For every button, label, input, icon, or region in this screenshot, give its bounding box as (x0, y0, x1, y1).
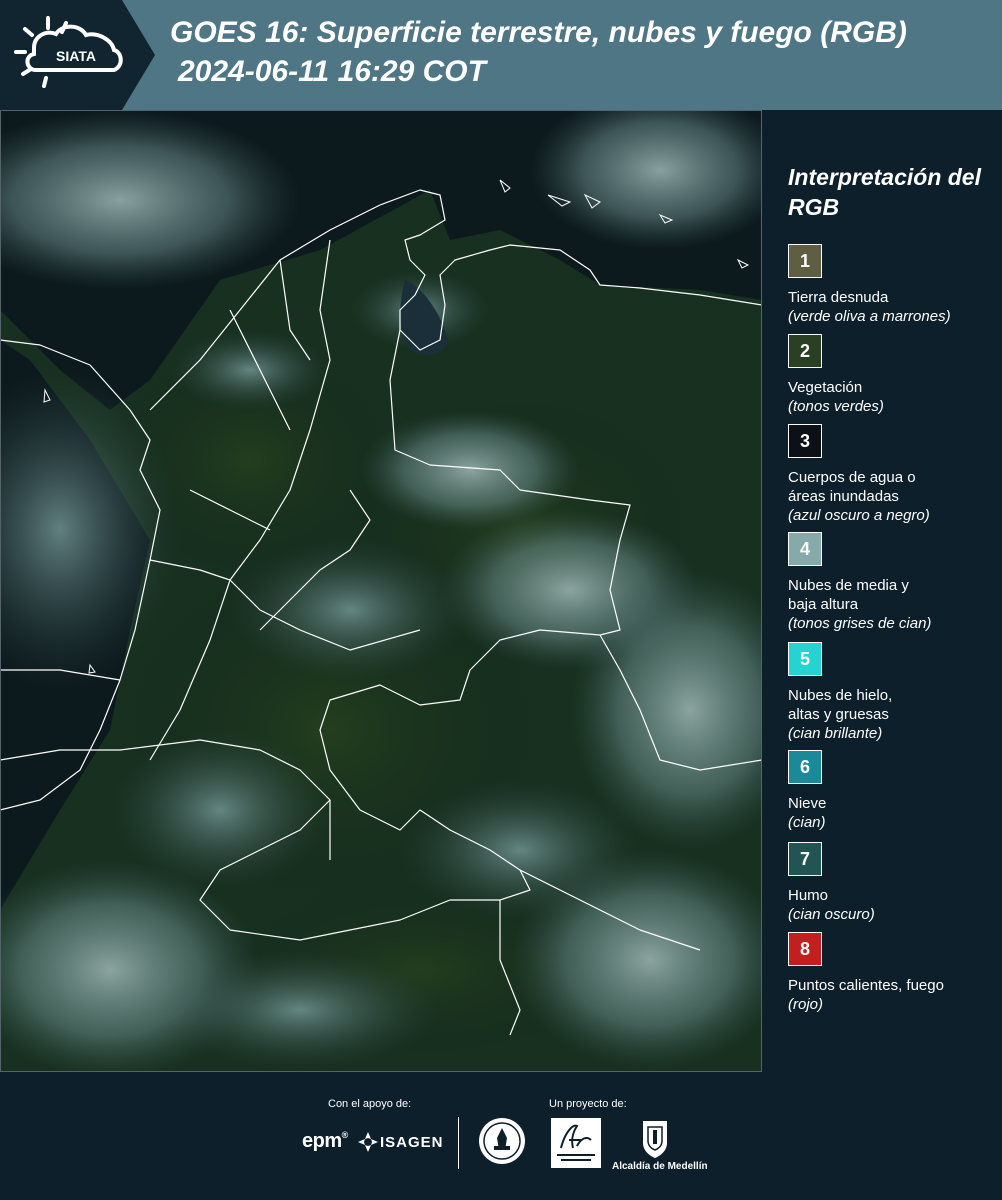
legend-item-label: Puntos calientes, fuego (788, 977, 944, 994)
legend-item-label: Vegetación (788, 379, 863, 396)
legend-item: 5 Nubes de hielo, altas y gruesas (cian … (788, 642, 998, 743)
legend-swatch: 8 (788, 932, 822, 966)
legend-item: 6 Nieve (cian) (788, 750, 998, 832)
alcaldia-logo-text: Alcaldía de Medellín (612, 1161, 708, 1172)
legend-swatch: 6 (788, 750, 822, 784)
legend: Interpretación del RGB 1 Tierra desnuda … (762, 110, 1002, 1072)
legend-title: Interpretación del RGB (788, 164, 981, 220)
isagen-icon (358, 1132, 378, 1152)
university-seal-icon (479, 1118, 525, 1164)
legend-item: 7 Humo (cian oscuro) (788, 842, 998, 924)
legend-item: 2 Vegetación (tonos verdes) (788, 334, 998, 416)
legend-item-description: (tonos verdes) (788, 398, 884, 415)
header: SIATA GOES 16: Superficie terrestre, nub… (0, 0, 1002, 110)
epm-logo-text: epm (302, 1130, 342, 1152)
siata-logo-text: SIATA (56, 48, 96, 64)
satellite-image (0, 110, 762, 1072)
page: SIATA GOES 16: Superficie terrestre, nub… (0, 0, 1002, 1200)
siata-logo: SIATA (14, 16, 123, 88)
legend-item: 1 Tierra desnuda (verde oliva a marrones… (788, 244, 998, 326)
legend-item-description: (verde oliva a marrones) (788, 308, 951, 325)
satellite-map (0, 110, 762, 1072)
legend-item-label: Humo (788, 887, 829, 904)
legend-item-label: Cuerpos de agua o áreas inundadas (788, 469, 916, 505)
legend-item-label: Nubes de hielo, altas y gruesas (788, 687, 893, 723)
legend-item: 3 Cuerpos de agua o áreas inundadas (azu… (788, 424, 998, 525)
timestamp: 2024-06-11 16:29 COT (178, 55, 486, 88)
legend-item-label: Nieve (788, 795, 827, 812)
footer: Con el apoyo de: Un proyecto de: epm® IS… (0, 1072, 1002, 1200)
project-label: Un proyecto de: (549, 1098, 627, 1110)
legend-item-label: Nubes de media y baja altura (788, 577, 909, 613)
legend-item-description: (tonos grises de cian) (788, 615, 932, 632)
legend-item: 8 Puntos calientes, fuego (rojo) (788, 932, 998, 1014)
legend-item-description: (azul oscuro a negro) (788, 507, 930, 524)
legend-item-description: (rojo) (788, 996, 824, 1013)
legend-item-description: (cian oscuro) (788, 906, 875, 923)
legend-swatch: 4 (788, 532, 822, 566)
legend-item-label: Tierra desnuda (788, 289, 889, 306)
legend-swatch: 1 (788, 244, 822, 278)
page-title: GOES 16: Superficie terrestre, nubes y f… (170, 16, 907, 49)
legend-swatch: 3 (788, 424, 822, 458)
legend-item: 4 Nubes de media y baja altura (tonos gr… (788, 532, 998, 633)
footer-divider (458, 1117, 459, 1169)
legend-item-description: (cian) (788, 814, 826, 831)
isagen-logo: ISAGEN (380, 1134, 444, 1151)
legend-swatch: 7 (788, 842, 822, 876)
epm-logo: epm® (302, 1130, 348, 1152)
legend-swatch: 5 (788, 642, 822, 676)
support-label: Con el apoyo de: (328, 1098, 412, 1110)
area-metropolitana-logo (551, 1118, 601, 1168)
alcaldia-shield-icon (643, 1121, 667, 1158)
legend-swatch: 2 (788, 334, 822, 368)
legend-item-description: (cian brillante) (788, 725, 883, 742)
